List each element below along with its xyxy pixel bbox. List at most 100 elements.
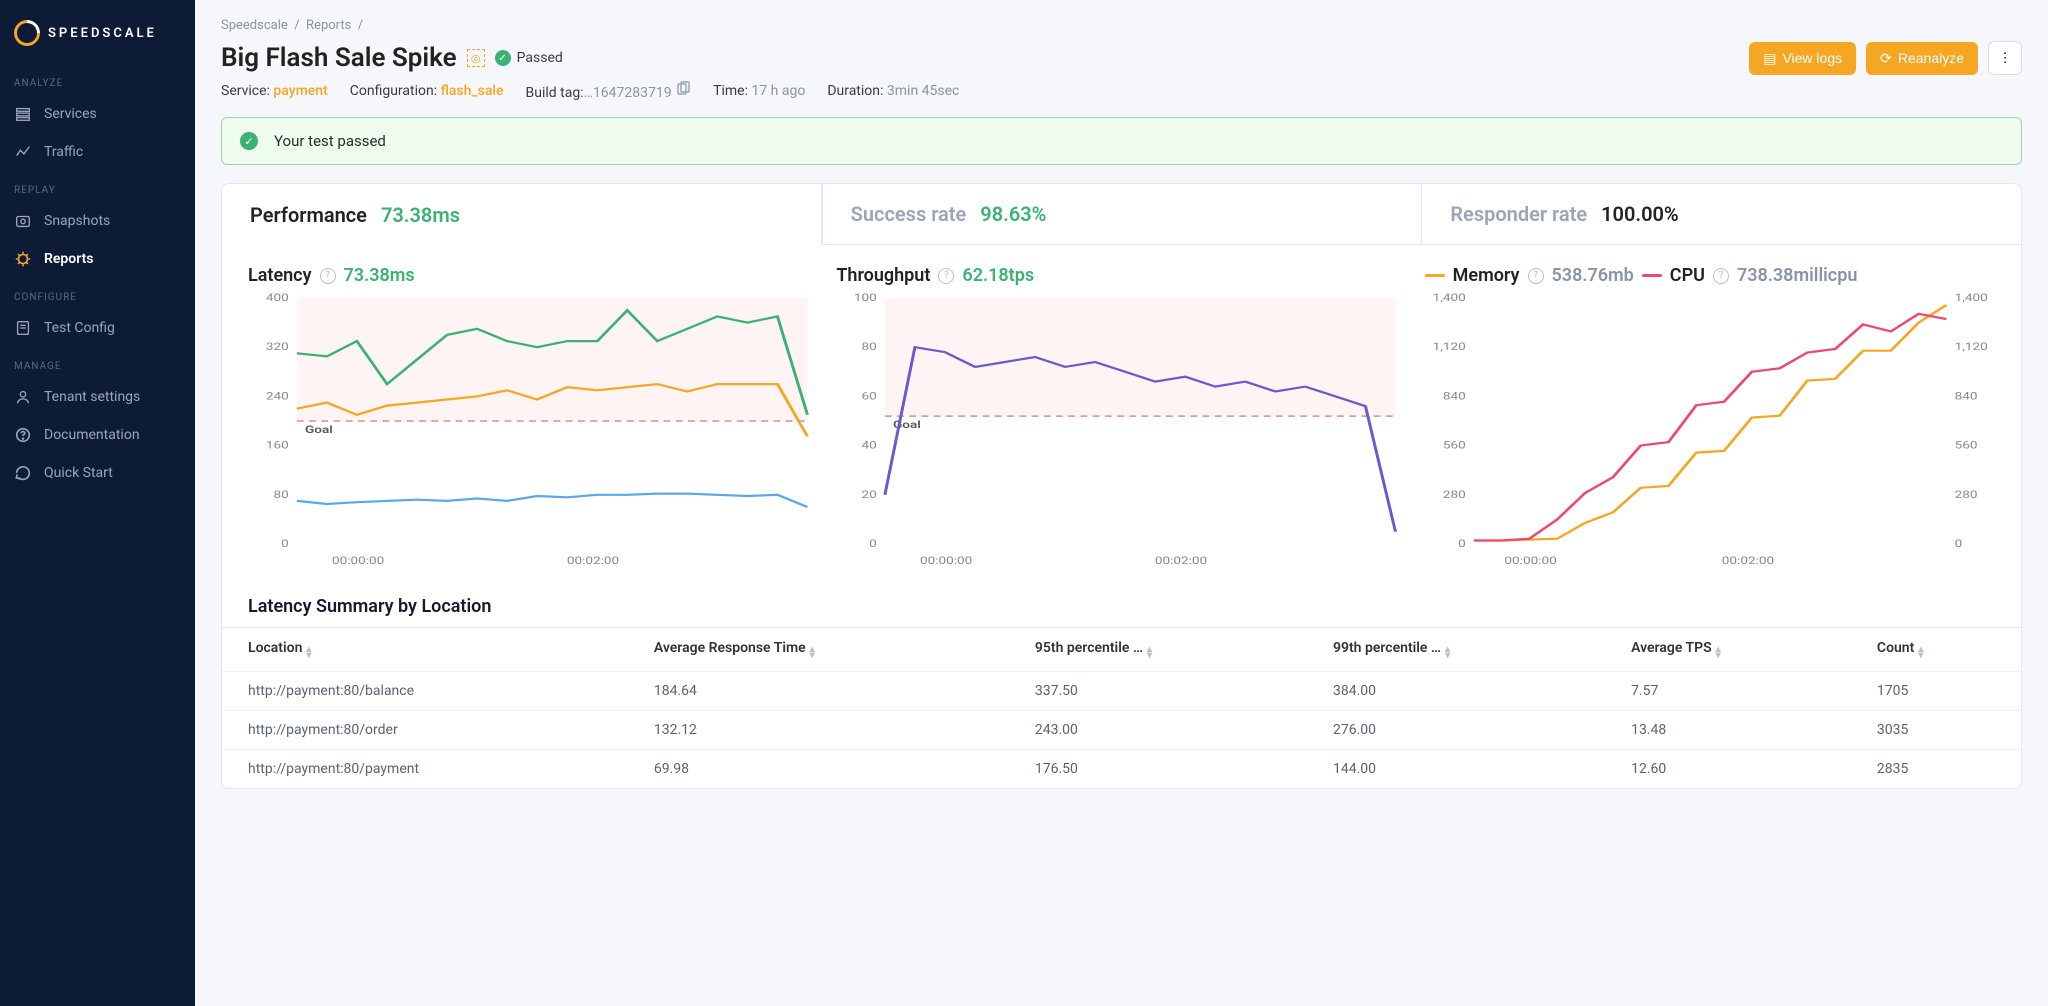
sidebar-item-snapshots[interactable]: Snapshots	[0, 202, 195, 240]
sidebar-item-traffic[interactable]: Traffic	[0, 133, 195, 171]
tab-responder-rate[interactable]: Responder rate 100.00%	[1421, 184, 2021, 245]
legend-swatch	[1642, 274, 1662, 277]
highlight-icon: ◎	[467, 49, 485, 67]
svg-text:100: 100	[854, 292, 877, 304]
svg-text:00:00:00: 00:00:00	[920, 555, 973, 567]
sort-icon[interactable]: ▴▾	[1716, 647, 1721, 659]
table-cell: 176.50	[1015, 750, 1313, 789]
sidebar-item-quick-start[interactable]: Quick Start	[0, 454, 195, 492]
svg-text:00:00:00: 00:00:00	[332, 555, 385, 567]
config-link[interactable]: flash_sale	[441, 83, 504, 99]
quick-start-icon	[14, 464, 32, 482]
svg-text:320: 320	[266, 341, 289, 353]
svg-text:560: 560	[1954, 439, 1977, 451]
tab-value: 73.38ms	[381, 203, 460, 227]
meta-key: Configuration:	[350, 83, 437, 99]
svg-text:00:02:00: 00:02:00	[567, 555, 620, 567]
meta-key: Time:	[713, 83, 748, 99]
meta-row: Service: payment Configuration: flash_sa…	[221, 81, 2022, 101]
sidebar-item-documentation[interactable]: Documentation	[0, 416, 195, 454]
svg-text:1,400: 1,400	[1954, 292, 1987, 304]
legend-swatch	[1425, 274, 1445, 277]
column-header[interactable]: Location▴▾	[222, 628, 634, 672]
svg-text:1,400: 1,400	[1432, 292, 1465, 304]
memory-cpu-chart: Memory ? 538.76mb CPU ? 738.38millicpu 0…	[1425, 265, 1995, 572]
sidebar-item-reports[interactable]: Reports	[0, 240, 195, 278]
svg-text:0: 0	[1954, 538, 1962, 550]
table-cell: 132.12	[634, 711, 1015, 750]
sort-icon[interactable]: ▴▾	[306, 647, 311, 659]
meta-value: …1647283719	[584, 85, 672, 101]
sort-icon[interactable]: ▴▾	[1147, 647, 1152, 659]
svg-text:560: 560	[1443, 439, 1466, 451]
column-header[interactable]: 95th percentile …▴▾	[1015, 628, 1313, 672]
help-icon[interactable]: ?	[938, 268, 954, 284]
table-row[interactable]: http://payment:80/payment69.98176.50144.…	[222, 750, 2021, 789]
svg-text:0: 0	[869, 538, 877, 550]
traffic-icon	[14, 143, 32, 161]
tab-performance[interactable]: Performance 73.38ms	[221, 183, 822, 245]
column-header[interactable]: 99th percentile …▴▾	[1313, 628, 1611, 672]
logs-icon: ▤	[1763, 50, 1776, 67]
table-cell: http://payment:80/balance	[222, 672, 634, 711]
success-alert: ✓ Your test passed	[221, 117, 2022, 165]
sidebar-item-tenant-settings[interactable]: Tenant settings	[0, 378, 195, 416]
table-row[interactable]: http://payment:80/order132.12243.00276.0…	[222, 711, 2021, 750]
tab-label: Responder rate	[1450, 202, 1587, 226]
status-badge: ✓ Passed	[495, 50, 563, 66]
breadcrumb-link[interactable]: Reports	[306, 18, 351, 33]
logo-icon	[9, 15, 46, 52]
tab-success-rate[interactable]: Success rate 98.63%	[822, 184, 1422, 245]
button-label: View logs	[1782, 50, 1842, 66]
meta-value: 3min 45sec	[887, 83, 959, 99]
chart-value: 538.76mb	[1552, 265, 1634, 286]
sort-icon[interactable]: ▴▾	[1918, 647, 1923, 659]
table-row[interactable]: http://payment:80/balance184.64337.50384…	[222, 672, 2021, 711]
tenant-settings-icon	[14, 388, 32, 406]
sidebar-section-label: CONFIGURE	[0, 278, 195, 309]
reanalyze-button[interactable]: ⟳ Reanalyze	[1866, 42, 1978, 75]
kebab-icon: ⋮	[1998, 50, 2011, 66]
svg-text:00:02:00: 00:02:00	[1721, 555, 1774, 567]
sidebar-item-label: Test Config	[44, 320, 115, 336]
table-cell: 144.00	[1313, 750, 1611, 789]
sidebar-item-services[interactable]: Services	[0, 95, 195, 133]
sidebar-item-label: Services	[44, 106, 97, 122]
table-cell: 1705	[1857, 672, 2021, 711]
copy-icon[interactable]	[675, 81, 691, 97]
svg-text:840: 840	[1443, 390, 1466, 402]
latency-summary-table: Location▴▾Average Response Time▴▾95th pe…	[222, 627, 2021, 788]
table-cell: 337.50	[1015, 672, 1313, 711]
table-cell: 2835	[1857, 750, 2021, 789]
throughput-chart: Throughput ? 62.18tps Goal02040608010000…	[836, 265, 1406, 572]
help-icon[interactable]: ?	[320, 268, 336, 284]
brand-logo[interactable]: SPEEDSCALE	[0, 12, 195, 64]
service-link[interactable]: payment	[273, 83, 327, 99]
table-cell: 13.48	[1611, 711, 1857, 750]
svg-text:280: 280	[1443, 489, 1466, 501]
column-header[interactable]: Average TPS▴▾	[1611, 628, 1857, 672]
column-header[interactable]: Average Response Time▴▾	[634, 628, 1015, 672]
view-logs-button[interactable]: ▤ View logs	[1749, 42, 1856, 75]
table-cell: http://payment:80/payment	[222, 750, 634, 789]
svg-text:00:02:00: 00:02:00	[1155, 555, 1208, 567]
sidebar-item-label: Quick Start	[44, 465, 113, 481]
table-cell: 69.98	[634, 750, 1015, 789]
help-icon[interactable]: ?	[1528, 268, 1544, 284]
more-menu-button[interactable]: ⋮	[1988, 41, 2022, 75]
table-cell: 243.00	[1015, 711, 1313, 750]
sort-icon[interactable]: ▴▾	[810, 647, 815, 659]
snapshots-icon	[14, 212, 32, 230]
svg-text:1,120: 1,120	[1432, 341, 1465, 353]
svg-text:00:00:00: 00:00:00	[1504, 555, 1557, 567]
breadcrumb-link[interactable]: Speedscale	[221, 18, 288, 33]
svg-text:Goal: Goal	[305, 424, 333, 436]
svg-text:240: 240	[266, 390, 289, 402]
sidebar-section-label: ANALYZE	[0, 64, 195, 95]
tab-label: Success rate	[851, 202, 967, 226]
svg-text:80: 80	[862, 341, 878, 353]
sidebar-item-test-config[interactable]: Test Config	[0, 309, 195, 347]
sort-icon[interactable]: ▴▾	[1445, 647, 1450, 659]
column-header[interactable]: Count▴▾	[1857, 628, 2021, 672]
help-icon[interactable]: ?	[1713, 268, 1729, 284]
